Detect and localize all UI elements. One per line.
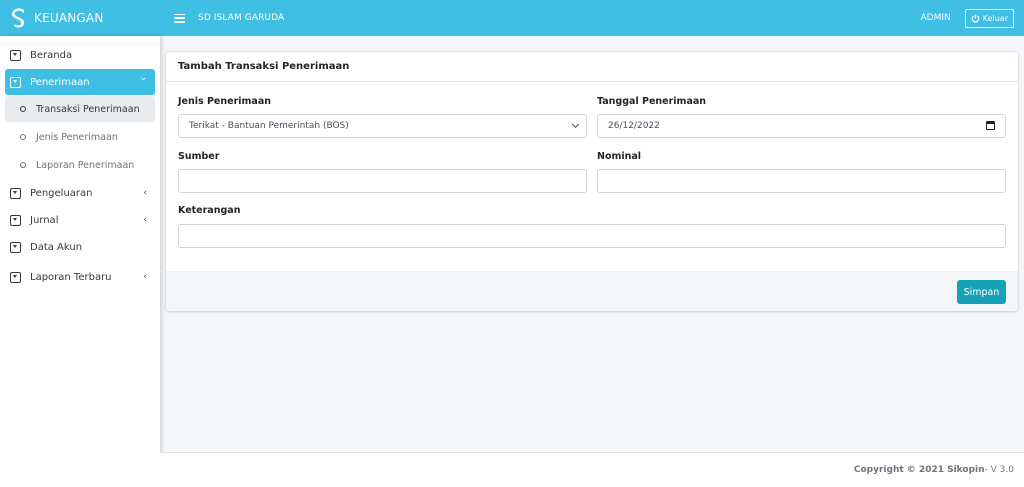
circle-icon xyxy=(20,106,26,112)
power-icon xyxy=(971,14,980,23)
sidebar-subitem-laporan-penerimaan[interactable]: Laporan Penerimaan xyxy=(5,152,155,178)
sidebar: Beranda Penerimaan ⌄ Transaksi Penerimaa… xyxy=(0,36,160,487)
circle-icon xyxy=(20,162,26,168)
caret-square-icon xyxy=(10,271,21,283)
logout-label: Keluar xyxy=(982,13,1008,23)
sidebar-item-label: Beranda xyxy=(30,49,73,61)
save-button[interactable]: Simpan xyxy=(957,280,1006,304)
form-card: Tambah Transaksi Penerimaan Jenis Peneri… xyxy=(166,52,1018,311)
sidebar-subitem-label: Jenis Penerimaan xyxy=(36,131,118,143)
jenis-penerimaan-value: Terikat - Bantuan Pemerintah (BOS) xyxy=(189,121,349,131)
card-title: Tambah Transaksi Penerimaan xyxy=(166,52,1018,82)
sidebar-item-penerimaan[interactable]: Penerimaan ⌄ xyxy=(5,69,155,95)
sidebar-subitem-label: Transaksi Penerimaan xyxy=(36,103,140,115)
caret-square-icon xyxy=(10,49,21,61)
menu-toggle-icon[interactable] xyxy=(174,13,185,23)
nominal-label: Nominal xyxy=(597,151,642,162)
school-name: SD ISLAM GARUDA xyxy=(198,13,285,23)
tanggal-penerimaan-label: Tanggal Penerimaan xyxy=(597,96,707,107)
caret-square-icon xyxy=(10,214,21,226)
jenis-penerimaan-label: Jenis Penerimaan xyxy=(178,96,271,107)
keterangan-input[interactable] xyxy=(178,224,1006,248)
keterangan-label: Keterangan xyxy=(178,205,241,216)
sidebar-item-label: Pengeluaran xyxy=(30,187,93,199)
s-logo-icon xyxy=(11,8,25,28)
sidebar-subitem-transaksi-penerimaan[interactable]: Transaksi Penerimaan xyxy=(5,96,155,122)
brand[interactable]: KEUANGAN xyxy=(0,0,160,36)
sumber-label: Sumber xyxy=(178,151,220,162)
caret-square-icon xyxy=(10,241,21,253)
sidebar-item-data-akun[interactable]: Data Akun xyxy=(5,234,155,260)
jenis-penerimaan-select[interactable]: Terikat - Bantuan Pemerintah (BOS) xyxy=(178,114,587,138)
tanggal-penerimaan-value: 26/12/2022 xyxy=(608,121,660,131)
chevron-down-icon xyxy=(571,120,580,129)
sidebar-subitem-label: Laporan Penerimaan xyxy=(36,159,135,171)
sidebar-item-beranda[interactable]: Beranda xyxy=(5,42,155,68)
chevron-left-icon: ‹ xyxy=(143,272,147,282)
circle-icon xyxy=(20,134,26,140)
nominal-input[interactable] xyxy=(597,169,1006,193)
sidebar-item-label: Jurnal xyxy=(30,214,59,226)
sidebar-item-label: Data Akun xyxy=(30,241,83,253)
sidebar-item-label: Laporan Terbaru xyxy=(30,271,112,283)
sidebar-subitem-jenis-penerimaan[interactable]: Jenis Penerimaan xyxy=(5,124,155,150)
sidebar-item-jurnal[interactable]: Jurnal ‹ xyxy=(5,207,155,233)
top-navbar: KEUANGAN SD ISLAM GARUDA ADMIN Keluar xyxy=(0,0,1024,36)
calendar-icon[interactable] xyxy=(986,121,995,130)
sumber-input[interactable] xyxy=(178,169,587,193)
caret-square-icon xyxy=(10,76,21,88)
user-name[interactable]: ADMIN xyxy=(920,13,950,23)
sidebar-item-laporan-terbaru[interactable]: Laporan Terbaru ‹ xyxy=(5,264,155,290)
chevron-left-icon: ‹ xyxy=(143,215,147,225)
card-footer: Simpan xyxy=(166,271,1018,311)
version-text: - V 3.0 xyxy=(984,465,1014,475)
copyright-text: Copyright © 2021 Sikopin xyxy=(853,465,985,475)
sidebar-item-label: Penerimaan xyxy=(30,76,90,88)
caret-square-icon xyxy=(10,187,21,199)
chevron-down-icon: ⌄ xyxy=(139,73,147,83)
page-footer: Copyright © 2021 Sikopin - V 3.0 xyxy=(160,452,1024,487)
sidebar-item-pengeluaran[interactable]: Pengeluaran ‹ xyxy=(5,180,155,206)
chevron-left-icon: ‹ xyxy=(143,188,147,198)
logout-button[interactable]: Keluar xyxy=(964,8,1014,28)
brand-name: KEUANGAN xyxy=(34,11,104,25)
tanggal-penerimaan-input[interactable]: 26/12/2022 xyxy=(597,114,1006,138)
